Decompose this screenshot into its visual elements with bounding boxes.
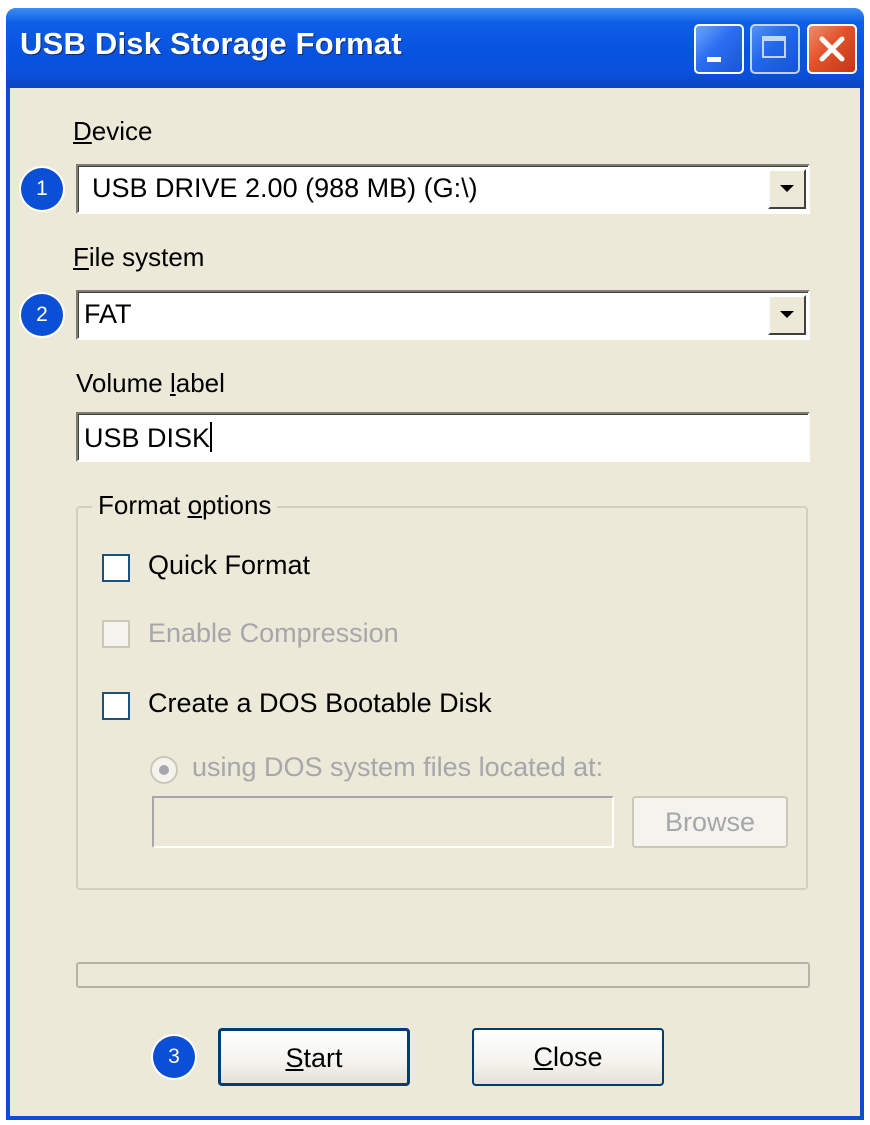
- text-caret: [210, 422, 213, 452]
- enable-compression-checkbox: [102, 620, 130, 648]
- dialog-client-area: Device 1 USB DRIVE 2.00 (988 MB) (G:\) F…: [10, 88, 860, 1116]
- volume-label-value: USB DISK: [84, 423, 211, 453]
- dos-files-radio-label: using DOS system files located at:: [192, 752, 604, 782]
- callout-badge-2: 2: [21, 294, 63, 336]
- callout-badge-1: 1: [21, 168, 63, 210]
- device-select[interactable]: USB DRIVE 2.00 (988 MB) (G:\): [76, 164, 810, 214]
- chevron-down-icon[interactable]: [768, 169, 806, 209]
- volume-label-input[interactable]: USB DISK: [76, 412, 810, 462]
- format-options-legend: Format options: [92, 490, 278, 521]
- maximize-button[interactable]: [750, 24, 800, 74]
- file-system-select[interactable]: FAT: [76, 290, 810, 340]
- device-select-value: USB DRIVE 2.00 (988 MB) (G:\): [92, 173, 478, 203]
- enable-compression-label: Enable Compression: [148, 618, 399, 648]
- dos-files-radio: [150, 756, 178, 784]
- callout-badge-3: 3: [153, 1036, 195, 1078]
- dos-bootable-checkbox[interactable]: [102, 692, 130, 720]
- close-window-button[interactable]: [807, 24, 857, 74]
- volume-label-label: Volume label: [76, 368, 225, 398]
- window-title: USB Disk Storage Format: [20, 26, 402, 61]
- format-progress-bar: [76, 962, 810, 988]
- close-button[interactable]: Close: [472, 1028, 664, 1086]
- dos-files-path-input: [152, 796, 614, 848]
- device-label: Device: [73, 116, 153, 146]
- start-button[interactable]: Start: [218, 1028, 410, 1086]
- close-x-icon: [819, 36, 845, 62]
- file-system-label: File system: [73, 242, 205, 272]
- quick-format-checkbox[interactable]: [102, 554, 130, 582]
- title-bar[interactable]: USB Disk Storage Format: [6, 8, 864, 88]
- chevron-down-icon[interactable]: [768, 295, 806, 335]
- browse-button: Browse: [632, 796, 788, 848]
- minimize-button[interactable]: [694, 24, 744, 74]
- quick-format-label[interactable]: Quick Format: [148, 550, 310, 581]
- dos-bootable-label[interactable]: Create a DOS Bootable Disk: [148, 688, 492, 719]
- file-system-select-value: FAT: [84, 299, 132, 329]
